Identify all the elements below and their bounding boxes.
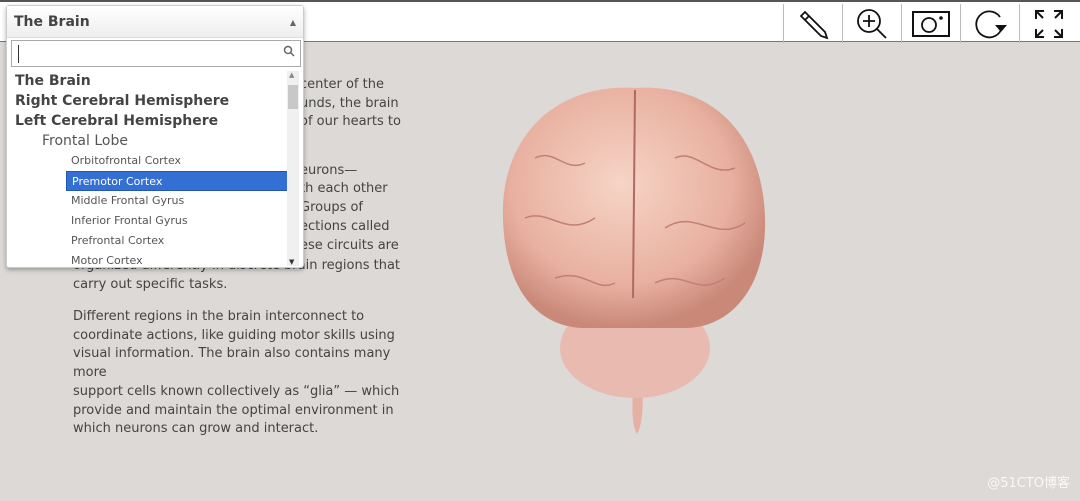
- text-line: Groups of: [300, 200, 364, 216]
- selected-label: The Brain: [14, 13, 90, 30]
- list-item[interactable]: Orbitofrontal Cortex: [7, 151, 289, 171]
- text-cursor: [18, 45, 19, 63]
- zoom-in-button[interactable]: [842, 4, 901, 43]
- text-line: of our hearts to: [300, 114, 401, 130]
- dropdown-list: The Brain Right Cerebral Hemisphere Left…: [7, 71, 289, 266]
- text-line: Different regions in the brain interconn…: [73, 309, 365, 324]
- text-line: provide and maintain the optimal environ…: [73, 402, 394, 418]
- watermark: @51CTO博客: [987, 476, 1070, 491]
- scroll-down-icon[interactable]: ▼: [289, 258, 294, 266]
- screenshot-button[interactable]: [901, 4, 960, 43]
- structure-dropdown[interactable]: The Brain ▲ The Brain Right Cerebral Hem…: [6, 5, 304, 268]
- list-item[interactable]: Left Cerebral Hemisphere: [7, 111, 289, 131]
- zoom-in-icon: [857, 8, 887, 39]
- list-item[interactable]: Middle Frontal Gyrus: [7, 191, 289, 211]
- intro-paragraph-fragments: center of the unds, the brain of our hea…: [300, 76, 401, 255]
- brain-model[interactable]: [495, 78, 775, 438]
- list-item[interactable]: Frontal Lobe: [7, 131, 289, 151]
- camera-icon: [912, 10, 950, 37]
- rotate-icon: [975, 9, 1007, 38]
- text-line: which neurons can grow and interact.: [73, 421, 319, 437]
- scroll-up-icon[interactable]: ▲: [289, 71, 294, 79]
- text-line: eurons—: [300, 162, 358, 178]
- list-item[interactable]: Prefrontal Cortex: [7, 231, 289, 251]
- rotate-button[interactable]: [960, 4, 1019, 43]
- list-item[interactable]: Motor Cortex: [7, 251, 289, 266]
- search-input[interactable]: [11, 40, 301, 67]
- text-line: support cells known collectively as “gli…: [73, 383, 400, 399]
- text-line: unds, the brain: [300, 95, 399, 111]
- text-line: th each other: [300, 181, 388, 197]
- list-item[interactable]: Right Cerebral Hemisphere: [7, 91, 289, 111]
- list-item[interactable]: The Brain: [7, 71, 289, 91]
- list-item-selected[interactable]: Premotor Cortex: [66, 171, 289, 191]
- paragraph: Different regions in the brain interconn…: [73, 308, 418, 439]
- text-line: center of the: [300, 77, 384, 92]
- search-icon: [283, 45, 295, 57]
- text-line: ese circuits are: [300, 237, 399, 253]
- list-item[interactable]: Inferior Frontal Gyrus: [7, 211, 289, 231]
- fullscreen-button[interactable]: [1019, 4, 1078, 43]
- fullscreen-icon: [1035, 9, 1063, 38]
- pencil-icon: [799, 10, 829, 39]
- scrollbar-thumb[interactable]: [288, 85, 298, 109]
- scrollbar[interactable]: ▲ ▼: [287, 71, 299, 266]
- text-line: visual information. The brain also conta…: [73, 346, 391, 381]
- text-line: ections called: [300, 218, 390, 234]
- annotate-button[interactable]: [783, 4, 842, 43]
- collapse-arrow-icon[interactable]: ▲: [290, 18, 296, 27]
- dropdown-selected[interactable]: The Brain: [7, 6, 303, 38]
- text-line: coordinate actions, like guiding motor s…: [73, 327, 395, 343]
- text-line: carry out specific tasks.: [73, 276, 228, 292]
